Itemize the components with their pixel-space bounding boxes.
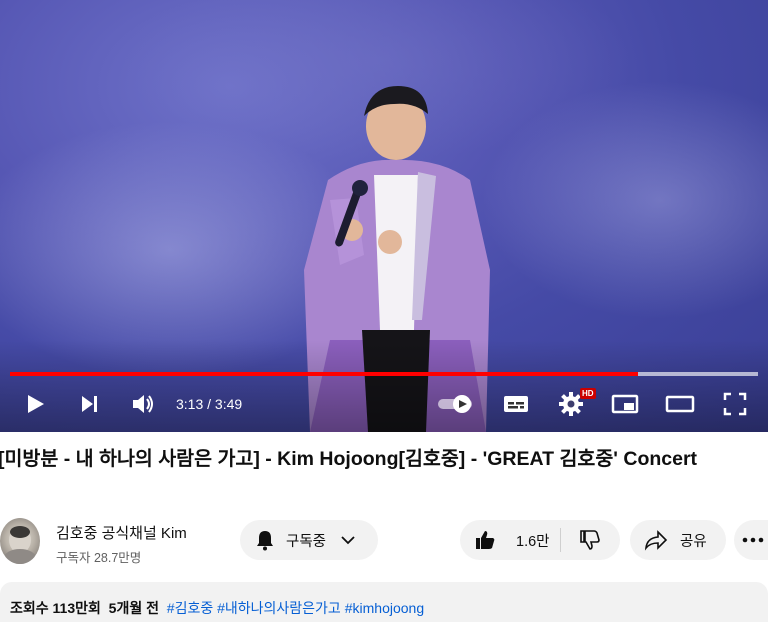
miniplayer-button[interactable] [610, 388, 640, 420]
chevron-down-icon [341, 536, 355, 545]
more-horizontal-icon [742, 537, 764, 543]
like-dislike-group: 1.6만 [460, 520, 620, 560]
theater-mode-icon [665, 395, 695, 413]
hd-badge: HD [580, 388, 596, 399]
description-box[interactable]: 조회수 113만회 5개월 전 #김호중 #내하나의사람은가고 #kimhojo… [0, 582, 768, 622]
more-actions-button[interactable] [734, 520, 768, 560]
play-button[interactable] [20, 388, 50, 420]
next-button[interactable] [74, 388, 104, 420]
autoplay-toggle-icon [438, 395, 472, 413]
channel-avatar[interactable] [0, 518, 40, 564]
play-icon [28, 395, 44, 413]
bell-icon [257, 531, 273, 551]
hashtag-link[interactable]: #내하나의사람은가고 [217, 600, 341, 616]
subtitles-button[interactable] [500, 388, 532, 420]
video-title: [미방분 - 내 하나의 사람은 가고] - Kim Hojoong[김호중] … [0, 448, 698, 470]
share-label: 공유 [680, 533, 707, 550]
avatar-image [4, 526, 36, 564]
share-icon [644, 530, 668, 551]
subscribed-button[interactable]: 구독중 [240, 520, 378, 560]
channel-row: 김호중 공식채널 Kim 구독자 28.7만명 구독중 1.6만 공유 [0, 518, 768, 568]
next-icon [82, 396, 97, 412]
volume-icon [133, 395, 153, 413]
like-count: 1.6만 [516, 533, 550, 550]
miniplayer-icon [611, 394, 639, 414]
like-divider [560, 528, 561, 552]
video-player[interactable]: 3:13 / 3:49 HD [0, 0, 768, 432]
thumbs-down-icon [580, 530, 600, 550]
mute-button[interactable] [128, 388, 158, 420]
subscribed-label: 구독중 [286, 533, 327, 550]
autoplay-toggle[interactable] [436, 388, 476, 420]
theater-mode-button[interactable] [664, 388, 696, 420]
subscriber-count: 구독자 28.7만명 [56, 551, 142, 565]
like-button[interactable]: 1.6만 [460, 520, 560, 560]
thumbs-up-icon [476, 531, 495, 549]
view-count: 조회수 113만회 [10, 600, 101, 616]
fullscreen-icon [723, 392, 747, 416]
dislike-button[interactable] [560, 520, 620, 560]
upload-age: 5개월 전 [108, 600, 159, 616]
channel-name[interactable]: 김호중 공식채널 Kim [56, 522, 212, 543]
progress-played [10, 372, 639, 376]
hashtag-link[interactable]: #kimhojoong [345, 600, 424, 616]
time-display: 3:13 / 3:49 [176, 396, 243, 412]
description-meta: 조회수 113만회 5개월 전 #김호중 #내하나의사람은가고 #kimhojo… [10, 598, 424, 618]
subtitles-icon [504, 396, 528, 412]
controls-gradient [0, 340, 768, 432]
fullscreen-button[interactable] [720, 388, 750, 420]
hashtag-link[interactable]: #김호중 [167, 600, 213, 616]
progress-bar[interactable] [10, 372, 758, 376]
share-button[interactable]: 공유 [630, 520, 726, 560]
